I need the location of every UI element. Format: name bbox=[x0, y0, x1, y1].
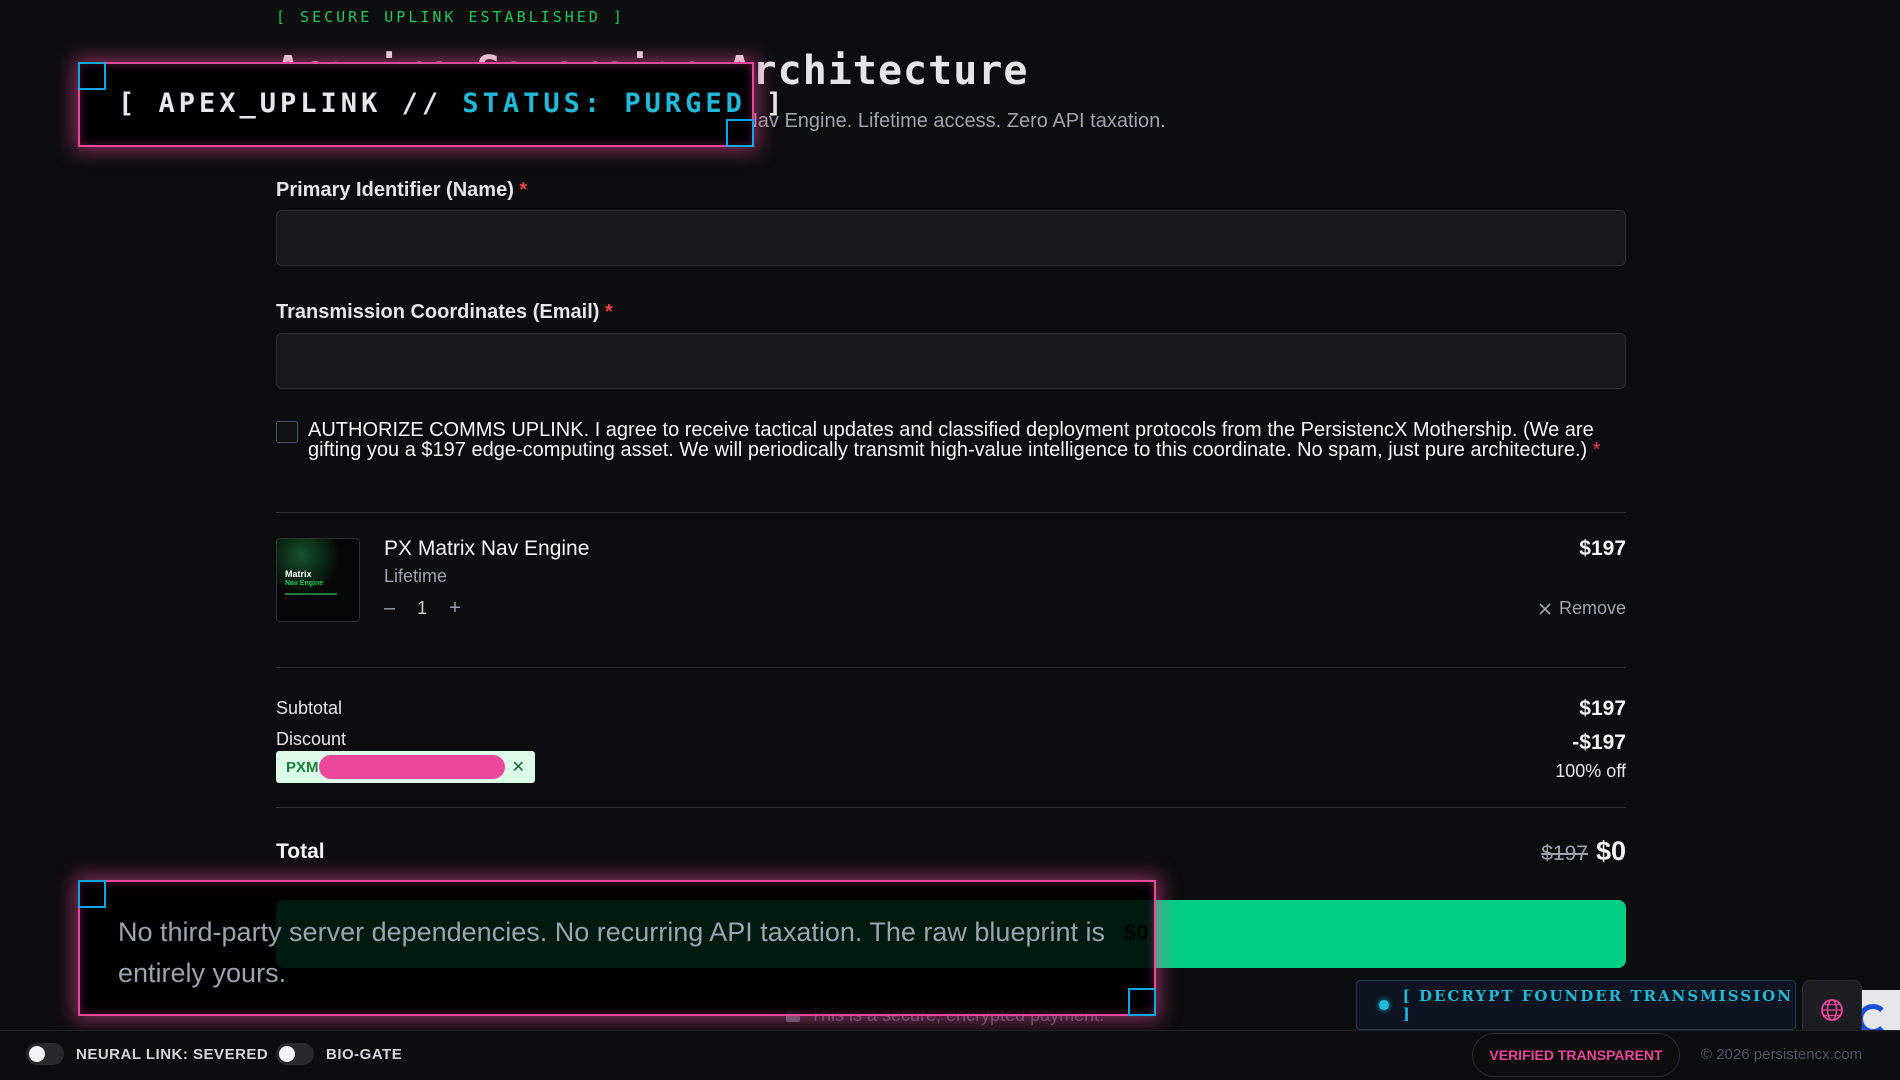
apex-suffix: ] bbox=[745, 88, 787, 119]
total-final-price: $0 bbox=[1595, 836, 1626, 866]
discount-label: Discount bbox=[276, 729, 347, 749]
total-original-price: $197 bbox=[1541, 842, 1588, 865]
hud-corner-bracket bbox=[1128, 988, 1156, 1016]
required-marker: * bbox=[604, 301, 613, 323]
email-label-text: Transmission Coordinates (Email) bbox=[276, 301, 600, 323]
verified-transparent-badge[interactable]: VERIFIED TRANSPARENT bbox=[1472, 1033, 1680, 1077]
thumb-nav-bar bbox=[285, 593, 337, 595]
total-value: $197 $0 bbox=[1541, 836, 1626, 867]
thumb-subtitle: Nav Engine bbox=[285, 580, 324, 587]
name-input[interactable] bbox=[276, 210, 1626, 266]
remove-label: Remove bbox=[1558, 598, 1626, 618]
toggle-knob bbox=[279, 1046, 295, 1062]
product-name: PX Matrix Nav Engine bbox=[384, 537, 590, 560]
hud-corner-bracket bbox=[78, 880, 106, 908]
bio-gate-toggle[interactable]: BIO-GATE bbox=[276, 1043, 402, 1065]
hud-corner-bracket bbox=[726, 119, 754, 147]
subtotal-value: $197 bbox=[1579, 697, 1626, 720]
product-thumbnail: Matrix Nav Engine bbox=[276, 538, 360, 622]
discount-percent: 100% off bbox=[1555, 761, 1626, 781]
copyright-text: © 2026 persistencx.com bbox=[1701, 1046, 1863, 1063]
toggle-track bbox=[26, 1043, 64, 1065]
email-input[interactable] bbox=[276, 333, 1626, 389]
consent-checkbox[interactable] bbox=[276, 421, 298, 443]
apex-uplink-overlay: [ APEX_UPLINK // STATUS: PURGED ] bbox=[78, 62, 782, 147]
uplink-status: [ SECURE UPLINK ESTABLISHED ] bbox=[276, 8, 625, 26]
coupon-code: PXM bbox=[286, 758, 319, 776]
name-label-text: Primary Identifier (Name) bbox=[276, 179, 514, 201]
toggle-track bbox=[276, 1043, 314, 1065]
quantity-stepper: – 1 + bbox=[384, 597, 461, 620]
coupon-remove-icon[interactable]: ✕ bbox=[512, 757, 525, 777]
remove-button[interactable]: Remove bbox=[1539, 598, 1626, 619]
product-plan: Lifetime bbox=[384, 566, 448, 586]
message-overlay: No third-party server dependencies. No r… bbox=[78, 880, 1156, 1016]
neural-link-label: NEURAL LINK: SEVERED bbox=[76, 1045, 269, 1063]
close-icon bbox=[1539, 602, 1551, 615]
coupon-redaction bbox=[318, 755, 505, 779]
discount-value: -$197 bbox=[1572, 731, 1626, 754]
divider bbox=[276, 512, 1626, 513]
coupon-tag: PXM ✕ bbox=[276, 751, 535, 783]
neural-link-toggle[interactable]: NEURAL LINK: SEVERED bbox=[26, 1043, 268, 1065]
divider bbox=[276, 667, 1626, 668]
divider bbox=[276, 807, 1626, 808]
name-label: Primary Identifier (Name) * bbox=[276, 179, 527, 202]
product-price: $197 bbox=[1579, 537, 1626, 560]
subtotal-label: Subtotal bbox=[276, 698, 343, 718]
total-label: Total bbox=[276, 840, 325, 863]
status-dot-icon bbox=[1379, 1000, 1389, 1010]
consent-text: AUTHORIZE COMMS UPLINK. I agree to recei… bbox=[308, 420, 1626, 460]
message-overlay-text: No third-party server dependencies. No r… bbox=[118, 917, 1105, 988]
apex-uplink-text: [ APEX_UPLINK // STATUS: PURGED ] bbox=[118, 88, 786, 119]
hud-corner-bracket bbox=[78, 62, 106, 90]
consent-copy: AUTHORIZE COMMS UPLINK. I agree to recei… bbox=[308, 419, 1594, 461]
globe-icon bbox=[1821, 999, 1843, 1021]
apex-prefix: [ APEX_UPLINK // bbox=[118, 88, 463, 119]
email-label: Transmission Coordinates (Email) * bbox=[276, 301, 613, 324]
quantity-decrement-button[interactable]: – bbox=[384, 597, 395, 620]
quantity-value: 1 bbox=[417, 598, 428, 618]
required-marker: * bbox=[519, 179, 528, 201]
thumb-title: Matrix bbox=[285, 569, 312, 579]
decrypt-founder-label: [ DECRYPT FOUNDER TRANSMISSION ] bbox=[1402, 987, 1793, 1023]
apex-status: STATUS: PURGED bbox=[462, 88, 746, 119]
bio-gate-label: BIO-GATE bbox=[326, 1045, 403, 1063]
consent-row: AUTHORIZE COMMS UPLINK. I agree to recei… bbox=[276, 420, 1626, 460]
toggle-knob bbox=[29, 1046, 45, 1062]
decrypt-founder-button[interactable]: [ DECRYPT FOUNDER TRANSMISSION ] bbox=[1356, 980, 1796, 1030]
required-marker: * bbox=[1592, 439, 1601, 461]
quantity-increment-button[interactable]: + bbox=[449, 597, 461, 620]
